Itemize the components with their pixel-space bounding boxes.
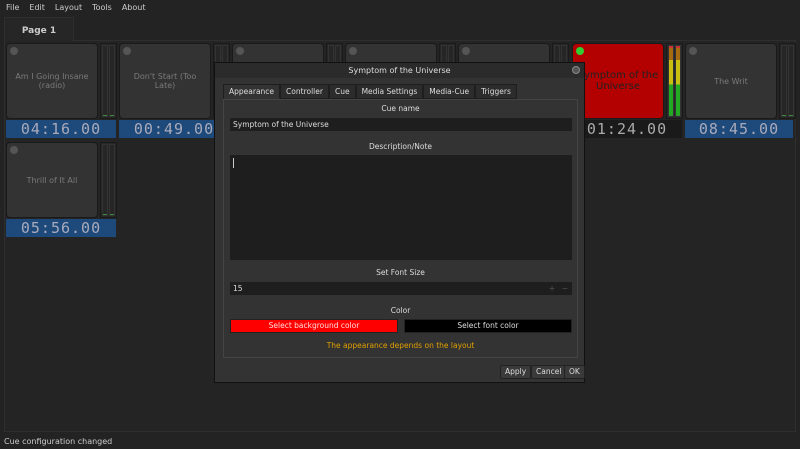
cue-name-input[interactable]: Symptom of the Universe <box>230 118 572 131</box>
apply-button[interactable]: Apply <box>500 365 532 379</box>
cue-card[interactable]: Thrill of It All <box>6 142 98 218</box>
cue-name-label: Cue name <box>381 104 420 113</box>
cue-card[interactable]: Am I Going Insane (radio) <box>6 43 98 119</box>
dialog-title: Symptom of the Universe <box>215 63 584 78</box>
description-label: Description/Note <box>369 142 432 151</box>
tab-media-settings[interactable]: Media Settings <box>355 84 424 99</box>
menu-edit[interactable]: Edit <box>29 3 45 12</box>
cue-time: 01:24.00 <box>572 120 682 138</box>
appearance-panel: Cue name Symptom of the Universe Descrip… <box>223 99 578 358</box>
tab-appearance[interactable]: Appearance <box>223 84 281 99</box>
tab-controller[interactable]: Controller <box>280 84 329 99</box>
status-led-icon <box>123 47 131 55</box>
select-background-color-button[interactable]: Select background color <box>230 319 398 333</box>
status-led-icon <box>10 47 18 55</box>
font-size-spinbox[interactable]: 15 + − <box>230 282 572 295</box>
status-led-icon <box>689 47 697 55</box>
cue-card-active[interactable]: Symptom of the Universe <box>572 43 664 119</box>
volume-meter <box>100 43 117 119</box>
tab-cue[interactable]: Cue <box>328 84 356 99</box>
cue-time: 04:16.00 <box>6 120 116 138</box>
color-label: Color <box>390 306 411 315</box>
close-icon[interactable] <box>572 66 580 74</box>
cue-card[interactable]: Don't Start (Too Late) <box>119 43 211 119</box>
volume-meter <box>100 142 117 218</box>
tab-media-cue[interactable]: Media-Cue <box>423 84 476 99</box>
volume-meter-active <box>666 43 683 119</box>
cue-title: Thrill of It All <box>26 175 78 185</box>
status-led-icon <box>462 47 470 55</box>
font-size-value: 15 <box>233 284 243 293</box>
cue-time: 05:56.00 <box>6 219 116 237</box>
tab-page-1[interactable]: Page 1 <box>4 17 74 41</box>
menu-about[interactable]: About <box>122 3 146 12</box>
ok-button[interactable]: OK <box>564 365 585 379</box>
decrement-button[interactable]: − <box>559 282 571 295</box>
cue-time: 00:49.00 <box>119 120 229 138</box>
status-led-icon <box>576 47 584 55</box>
cue-title: Am I Going Insane (radio) <box>15 72 89 90</box>
font-size-label: Set Font Size <box>376 268 425 277</box>
layout-note: The appearance depends on the layout <box>326 341 475 350</box>
cue-title: Don't Start (Too Late) <box>133 72 197 90</box>
menu-layout[interactable]: Layout <box>55 3 82 12</box>
cue-time: 08:45.00 <box>685 120 793 138</box>
menu-bar: File Edit Layout Tools About <box>0 0 145 14</box>
cue-title: Symptom of the Universe <box>577 70 659 92</box>
select-font-color-button[interactable]: Select font color <box>404 319 572 333</box>
status-led-icon <box>10 146 18 154</box>
cue-title: The Writ <box>714 76 748 86</box>
status-led-icon <box>349 47 357 55</box>
tab-triggers[interactable]: Triggers <box>475 84 517 99</box>
cue-settings-dialog: Symptom of the Universe Appearance Contr… <box>214 62 585 383</box>
menu-tools[interactable]: Tools <box>92 3 112 12</box>
status-bar: Cue configuration changed <box>4 437 113 446</box>
cancel-button[interactable]: Cancel <box>531 365 567 379</box>
status-led-icon <box>236 47 244 55</box>
volume-meter <box>779 43 796 119</box>
description-textarea[interactable] <box>230 155 572 260</box>
increment-button[interactable]: + <box>546 282 558 295</box>
cue-card[interactable]: The Writ <box>685 43 777 119</box>
menu-file[interactable]: File <box>6 3 19 12</box>
